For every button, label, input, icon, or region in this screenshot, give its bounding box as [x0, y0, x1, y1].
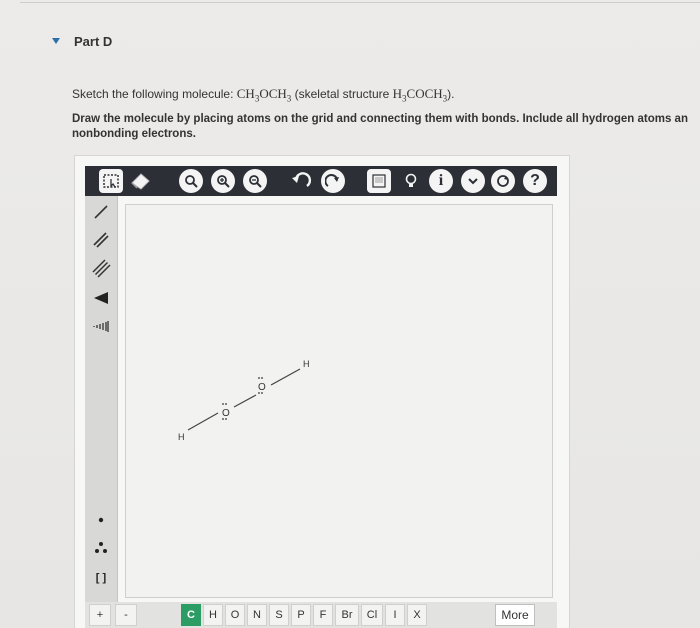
element-c-button[interactable]: C	[181, 604, 201, 626]
redo-icon[interactable]	[321, 169, 345, 193]
charge-minus-button[interactable]: -	[115, 604, 137, 626]
element-i-button[interactable]: I	[385, 604, 405, 626]
charge-plus-button[interactable]: +	[89, 604, 111, 626]
bracket-icon[interactable]: [ ]	[89, 566, 113, 590]
page: Part D Sketch the following molecule: CH…	[0, 0, 700, 628]
lone-pair-dot	[222, 418, 224, 420]
prompt-prefix: Sketch the following molecule:	[72, 87, 237, 101]
lone-pair-dot	[261, 392, 263, 394]
wedge-bond-icon[interactable]	[89, 286, 113, 310]
element-f-button[interactable]: F	[313, 604, 333, 626]
lone-pair-dot	[261, 377, 263, 379]
lone-pair-dot	[225, 403, 227, 405]
help-label: ?	[530, 172, 540, 189]
zoom-out-icon[interactable]	[243, 169, 267, 193]
reset-icon[interactable]	[491, 169, 515, 193]
element-o-button[interactable]: O	[225, 604, 245, 626]
lone-pair-dot	[258, 392, 260, 394]
editor-toolbar: i ?	[85, 166, 557, 196]
element-bar: + - C H O N S P F Br Cl I X More	[85, 602, 557, 628]
collapse-caret-icon[interactable]	[52, 38, 60, 44]
skeletal-suffix: ).	[447, 87, 455, 101]
zoom-icon[interactable]	[179, 169, 203, 193]
bond[interactable]	[187, 412, 219, 431]
more-elements-button[interactable]: More	[495, 604, 535, 626]
eraser-icon[interactable]	[129, 169, 153, 193]
element-n-button[interactable]: N	[247, 604, 267, 626]
hash-bond-icon[interactable]	[89, 314, 113, 338]
info-icon[interactable]: i	[429, 169, 453, 193]
instructions-line-2: nonbonding electrons.	[72, 128, 196, 140]
atom-label[interactable]: H	[303, 359, 310, 369]
divider	[20, 2, 700, 3]
single-bond-icon[interactable]	[89, 200, 113, 224]
drawing-canvas[interactable]: H O O H	[125, 204, 553, 598]
bond[interactable]	[233, 394, 257, 408]
atom-label[interactable]: O	[222, 408, 230, 419]
instructions: Draw the molecule by placing atoms on th…	[72, 112, 700, 142]
select-icon[interactable]	[99, 169, 123, 193]
chevron-down-icon[interactable]	[461, 169, 485, 193]
lone-pair-icon[interactable]	[89, 536, 113, 560]
element-x-button[interactable]: X	[407, 604, 427, 626]
atom-label[interactable]: O	[258, 382, 266, 393]
formula-main: CH3OCH3	[236, 86, 292, 104]
instructions-line-1: Draw the molecule by placing atoms on th…	[72, 113, 688, 125]
skeletal-prefix: (skeletal structure	[291, 87, 393, 101]
templates-icon[interactable]	[367, 169, 391, 193]
molecule-editor: i ? [] H O O H + - C H O N S P F Br Cl …	[74, 155, 570, 628]
bond[interactable]	[270, 368, 301, 386]
element-p-button[interactable]: P	[291, 604, 311, 626]
lone-pair-dot	[258, 377, 260, 379]
drawing-tools-panel: [ ]	[85, 196, 118, 608]
element-cl-button[interactable]: Cl	[361, 604, 383, 626]
question-prompt: Sketch the following molecule: CH3OCH3 (…	[72, 86, 455, 104]
undo-icon[interactable]	[289, 169, 313, 193]
part-title[interactable]: Part D	[74, 34, 112, 49]
molecule-drawing: H O O H	[178, 359, 310, 442]
element-br-button[interactable]: Br	[335, 604, 359, 626]
triple-bond-icon[interactable]	[89, 256, 113, 280]
element-h-button[interactable]: H	[203, 604, 223, 626]
help-icon[interactable]: ?	[523, 169, 547, 193]
lone-pair-dot	[225, 418, 227, 420]
formula-skeletal: H3COCH3	[392, 86, 448, 104]
element-s-button[interactable]: S	[269, 604, 289, 626]
lone-pair-dot	[222, 403, 224, 405]
info-label: i	[438, 172, 444, 189]
double-bond-icon[interactable]	[89, 228, 113, 252]
lightbulb-icon[interactable]	[399, 169, 423, 193]
zoom-in-icon[interactable]	[211, 169, 235, 193]
radical-icon[interactable]	[89, 508, 113, 532]
atom-label[interactable]: H	[178, 432, 185, 442]
